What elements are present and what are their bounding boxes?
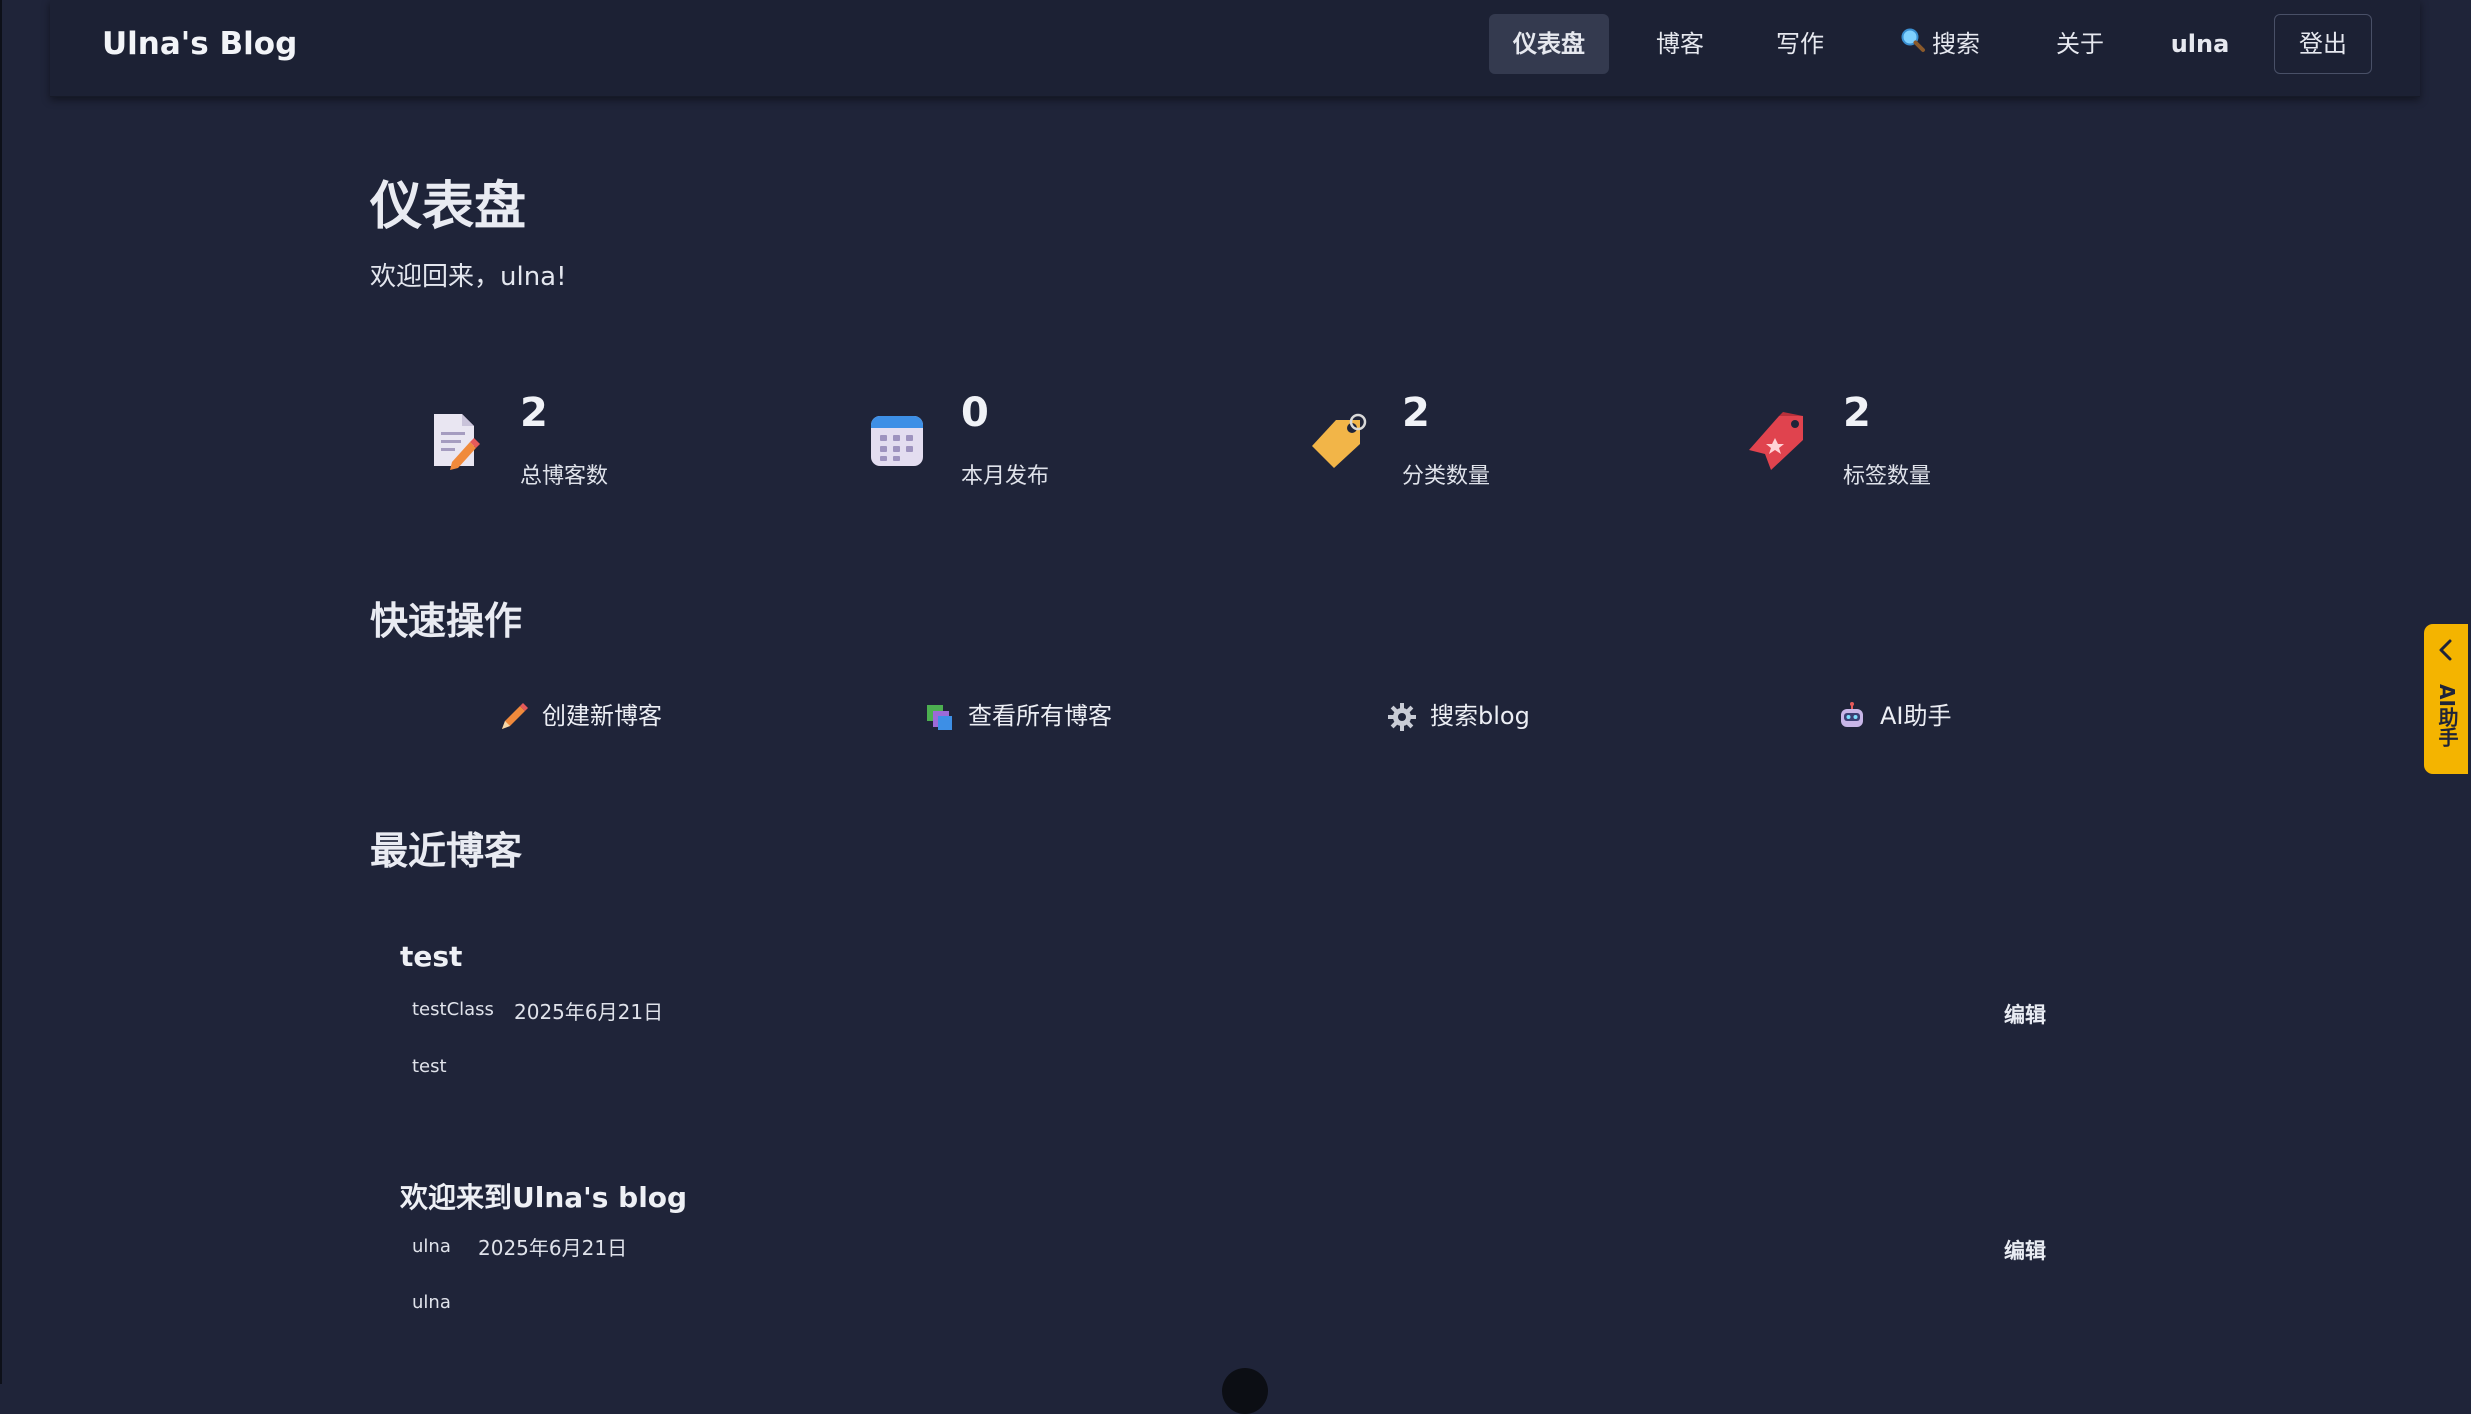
search-blog-label: 搜索blog <box>1430 702 1530 730</box>
chevron-left-icon <box>2436 638 2456 666</box>
stat-card-tags: 2 标签数量 <box>1749 390 2049 500</box>
calendar-icon <box>867 408 931 472</box>
view-all-blogs-label: 查看所有博客 <box>968 702 1112 730</box>
pencil-icon <box>498 701 530 733</box>
stat-value: 2 <box>1843 390 1871 436</box>
cards-icon <box>924 701 956 733</box>
stat-card-categories: 2 分类数量 <box>1308 390 1608 500</box>
nav-write[interactable]: 写作 <box>1765 14 1835 74</box>
price-tag-icon <box>1308 408 1372 472</box>
nav-search-label: 搜索 <box>1932 30 1980 58</box>
view-all-blogs-button[interactable]: 查看所有博客 <box>924 696 1112 736</box>
nav-about[interactable]: 关于 <box>2045 14 2115 74</box>
stat-value: 2 <box>1402 390 1430 436</box>
create-blog-label: 创建新博客 <box>542 702 662 730</box>
window-edge <box>0 0 2 1384</box>
stat-label: 总博客数 <box>520 464 609 489</box>
nav-user[interactable]: ulna <box>2165 14 2235 74</box>
post-title[interactable]: test <box>400 940 462 973</box>
ai-assistant-side-tab[interactable]: AI助手 <box>2424 624 2468 774</box>
nav-blog[interactable]: 博客 <box>1645 14 1715 74</box>
post-date: 2025年6月21日 <box>514 1000 664 1024</box>
magnifier-icon <box>1900 15 1926 75</box>
brand-logo[interactable]: Ulna's Blog <box>102 26 297 62</box>
ai-assistant-button[interactable]: AI助手 <box>1836 696 1952 736</box>
ai-assistant-label: AI助手 <box>1880 702 1952 730</box>
edit-button[interactable]: 编辑 <box>2004 999 2046 1029</box>
floating-button[interactable] <box>1222 1368 1268 1414</box>
stat-card-total-blogs: 2 总博客数 <box>426 390 726 500</box>
stat-card-month-posts: 0 本月发布 <box>867 390 1167 500</box>
bookmark-tag-icon <box>1749 408 1813 472</box>
top-navbar: Ulna's Blog 仪表盘 博客 写作 搜索 关于 ulna 登出 <box>50 0 2420 97</box>
post-date: 2025年6月21日 <box>478 1236 628 1260</box>
page-title: 仪表盘 <box>370 177 527 237</box>
stat-label: 标签数量 <box>1843 464 1932 489</box>
post-title[interactable]: 欢迎来到Ulna's blog <box>400 1176 687 1216</box>
stat-value: 0 <box>961 390 989 436</box>
stat-label: 本月发布 <box>961 464 1050 489</box>
edit-button[interactable]: 编辑 <box>2004 1235 2046 1265</box>
document-edit-icon <box>426 408 490 472</box>
search-blog-button[interactable]: 搜索blog <box>1386 696 1530 736</box>
create-blog-button[interactable]: 创建新博客 <box>498 696 662 736</box>
ai-tab-label: AI助手 <box>2435 684 2459 747</box>
post-tag: ulna <box>412 1292 451 1313</box>
post-category: testClass <box>412 999 494 1020</box>
recent-posts-title: 最近博客 <box>370 829 523 873</box>
robot-icon <box>1836 701 1868 733</box>
nav-dashboard[interactable]: 仪表盘 <box>1489 14 1609 74</box>
stat-label: 分类数量 <box>1402 464 1491 489</box>
gear-icon <box>1386 701 1418 733</box>
stat-value: 2 <box>520 390 548 436</box>
welcome-message: 欢迎回来，ulna! <box>370 262 567 292</box>
quick-actions-title: 快速操作 <box>370 599 523 643</box>
post-tag: test <box>412 1056 447 1077</box>
logout-button[interactable]: 登出 <box>2274 14 2372 74</box>
post-category: ulna <box>412 1236 451 1257</box>
nav-search[interactable]: 搜索 <box>1890 14 1990 74</box>
